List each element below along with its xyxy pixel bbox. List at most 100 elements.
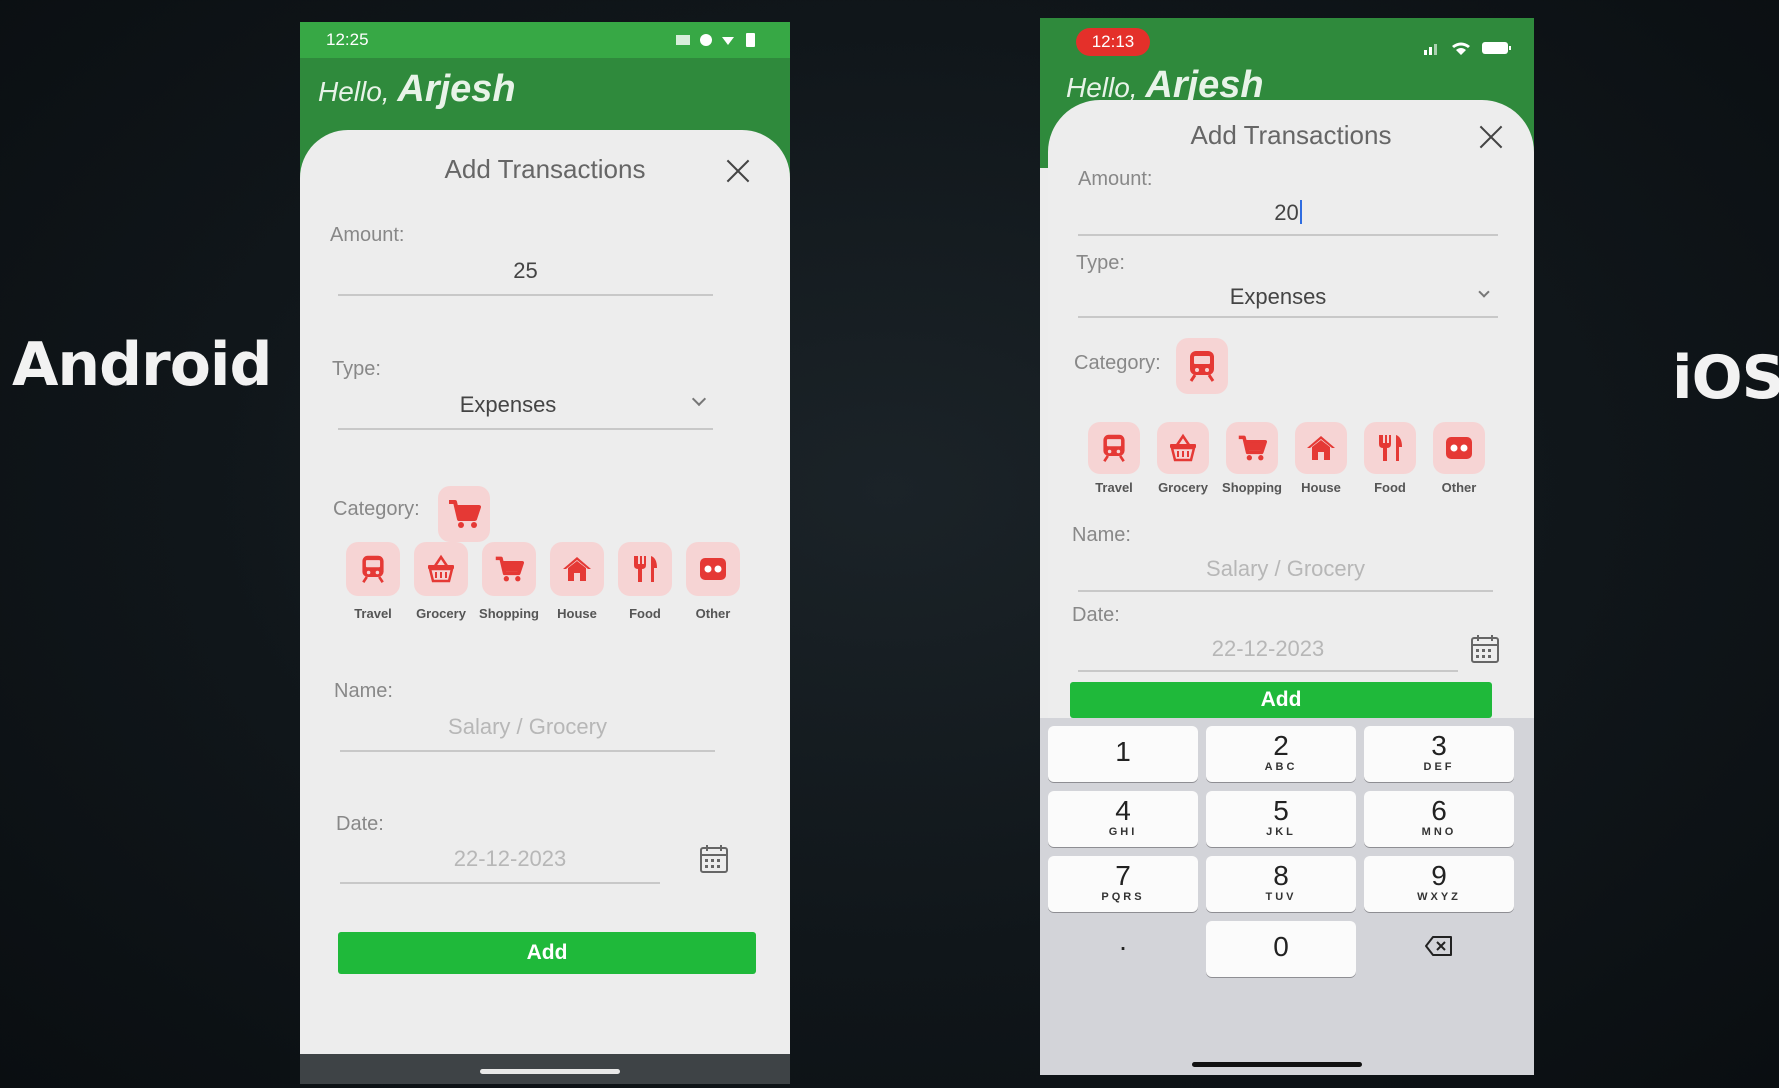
- key-digit: 6: [1431, 795, 1447, 826]
- keypad-key-3[interactable]: 3 DEF: [1364, 726, 1514, 782]
- calendar-icon[interactable]: [699, 844, 729, 874]
- chevron-down-icon[interactable]: [691, 391, 707, 407]
- ios-phone: 12:13 Hello, Arjesh Add Transactions Amo…: [1040, 18, 1534, 1075]
- keypad-key-2[interactable]: 2 ABC: [1206, 726, 1356, 782]
- category-food-label: Food: [629, 606, 661, 621]
- key-letters: DEF: [1423, 761, 1455, 773]
- category-shopping-label: Shopping: [1222, 480, 1282, 495]
- key-digit: 0: [1273, 931, 1289, 962]
- status-icons: [676, 31, 766, 54]
- home-indicator[interactable]: [1192, 1062, 1362, 1067]
- category-food-button[interactable]: [1364, 422, 1416, 474]
- keypad-key-8[interactable]: 8 TUV: [1206, 856, 1356, 912]
- greeting-hello: Hello,: [1066, 72, 1138, 103]
- amount-input[interactable]: 20: [1078, 200, 1498, 226]
- category-travel-label: Travel: [354, 606, 392, 621]
- cart-icon: [494, 554, 524, 584]
- type-select[interactable]: Expenses: [1078, 284, 1478, 310]
- signal-wifi-battery-icon: [1424, 42, 1511, 55]
- house-icon: [1306, 433, 1336, 463]
- type-underline: [1078, 316, 1498, 318]
- status-time: 12:25: [326, 30, 369, 49]
- name-label: Name:: [1072, 524, 1131, 546]
- text-cursor: [1299, 200, 1302, 224]
- category-other-button[interactable]: [1433, 422, 1485, 474]
- category-house-button[interactable]: [1295, 422, 1347, 474]
- category-grocery-label: Grocery: [416, 606, 466, 621]
- name-input[interactable]: Salary / Grocery: [1078, 556, 1493, 582]
- train-icon: [1099, 433, 1129, 463]
- basket-icon: [1168, 433, 1198, 463]
- calendar-icon[interactable]: [1470, 634, 1500, 664]
- category-label: Category:: [333, 498, 420, 520]
- chevron-down-icon[interactable]: [1478, 286, 1490, 298]
- key-letters: WXYZ: [1417, 891, 1461, 903]
- home-pill[interactable]: [480, 1069, 620, 1074]
- close-icon[interactable]: [1476, 122, 1506, 152]
- backspace-key[interactable]: [1364, 921, 1514, 977]
- selected-category-train-icon: [1176, 338, 1228, 394]
- type-select[interactable]: Expenses: [338, 392, 678, 418]
- amount-label: Amount:: [330, 224, 405, 246]
- category-shopping-button[interactable]: [1226, 422, 1278, 474]
- type-underline: [338, 428, 713, 430]
- key-digit: 4: [1115, 795, 1131, 826]
- category-grocery-label: Grocery: [1158, 480, 1208, 495]
- add-button[interactable]: Add: [338, 932, 756, 974]
- close-icon[interactable]: [723, 156, 753, 186]
- amount-underline: [1078, 234, 1498, 236]
- key-digit: 7: [1115, 860, 1131, 891]
- name-input[interactable]: Salary / Grocery: [340, 714, 715, 740]
- key-letters: GHI: [1108, 826, 1138, 838]
- key-letters: PQRS: [1101, 891, 1145, 903]
- keypad-dot-key[interactable]: .: [1048, 921, 1198, 977]
- category-shopping-button[interactable]: [482, 542, 536, 596]
- key-letters: ABC: [1264, 761, 1298, 773]
- keypad-key-5[interactable]: 5 JKL: [1206, 791, 1356, 847]
- keypad-key-7[interactable]: 7 PQRS: [1048, 856, 1198, 912]
- key-digit: 2: [1273, 730, 1289, 761]
- category-food-label: Food: [1374, 480, 1406, 495]
- category-travel-button[interactable]: [346, 542, 400, 596]
- key-digit: 9: [1431, 860, 1447, 891]
- category-other-label: Other: [1441, 480, 1477, 495]
- date-input[interactable]: 22-12-2023: [340, 846, 680, 872]
- category-house-label: House: [1301, 480, 1341, 495]
- key-letters: MNO: [1421, 826, 1457, 838]
- category-shopping-label: Shopping: [479, 606, 539, 621]
- fork-knife-icon: [1375, 433, 1405, 463]
- amount-input[interactable]: 25: [338, 258, 713, 284]
- keypad-key-0[interactable]: 0: [1206, 921, 1356, 977]
- keypad-key-6[interactable]: 6 MNO: [1364, 791, 1514, 847]
- date-label: Date:: [336, 813, 384, 835]
- amount-underline: [338, 294, 713, 296]
- name-underline: [1078, 590, 1493, 592]
- category-travel-label: Travel: [1095, 480, 1133, 495]
- name-underline: [340, 750, 715, 752]
- keypad-key-9[interactable]: 9 WXYZ: [1364, 856, 1514, 912]
- category-food-button[interactable]: [618, 542, 672, 596]
- greeting: Hello, Arjesh: [318, 68, 516, 111]
- keypad-key-1[interactable]: 1: [1048, 726, 1198, 782]
- other-icon: [698, 554, 728, 584]
- category-travel-button[interactable]: [1088, 422, 1140, 474]
- category-house-button[interactable]: [550, 542, 604, 596]
- ios-label: iOS: [1672, 343, 1779, 413]
- category-grocery-button[interactable]: [1157, 422, 1209, 474]
- sheet-title: Add Transactions: [1190, 120, 1392, 150]
- navigation-bar: [300, 1054, 790, 1084]
- amount-label: Amount:: [1078, 168, 1153, 190]
- category-other-button[interactable]: [686, 542, 740, 596]
- train-icon: [358, 554, 388, 584]
- category-grocery-button[interactable]: [414, 542, 468, 596]
- add-button[interactable]: Add: [1070, 682, 1492, 718]
- basket-icon: [426, 554, 456, 584]
- keypad-key-4[interactable]: 4 GHI: [1048, 791, 1198, 847]
- other-icon: [1444, 433, 1474, 463]
- add-transaction-sheet: Add Transactions Amount: 25 Type: Expens…: [300, 130, 790, 1054]
- status-bar: 12:25: [300, 22, 790, 58]
- date-input[interactable]: 22-12-2023: [1078, 636, 1458, 662]
- key-digit: 3: [1431, 730, 1447, 761]
- category-label: Category:: [1074, 352, 1161, 374]
- status-icons: [1424, 40, 1514, 61]
